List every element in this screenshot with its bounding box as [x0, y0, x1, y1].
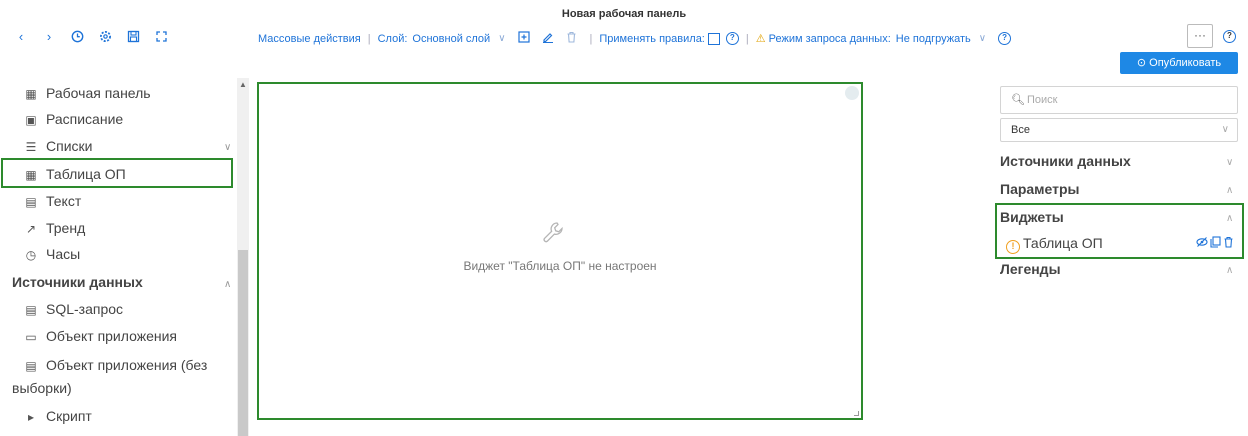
clock-icon: ◷ — [25, 248, 37, 262]
widget-canvas[interactable]: Виджет "Таблица ОП" не настроен — [257, 82, 863, 420]
text-icon: ▤ — [25, 195, 37, 209]
palette-item-app-object-nosel[interactable]: ▤ Объект приложения (без — [24, 357, 207, 373]
palette-item-lists[interactable]: ☰ Списки — [24, 138, 93, 154]
copy-icon[interactable] — [1210, 236, 1221, 251]
divider: | — [745, 32, 749, 45]
scroll-thumb[interactable] — [238, 250, 248, 436]
trash-icon[interactable] — [566, 31, 577, 46]
resize-handle[interactable] — [854, 411, 859, 416]
widget-list-item[interactable]: ! Таблица ОП — [1006, 235, 1103, 254]
search-input[interactable]: 🔍︎ Поиск — [1000, 86, 1238, 114]
more-button[interactable]: ··· — [1187, 24, 1213, 48]
palette-item-label-cont: выборки) — [12, 380, 72, 396]
help-icon[interactable]: ? — [725, 32, 739, 45]
warning-icon: ⚠ — [755, 33, 766, 45]
wrench-icon — [541, 220, 567, 251]
chevron-right-icon[interactable]: › — [42, 30, 56, 46]
app-object-nosel-icon: ▤ — [25, 359, 37, 373]
script-icon: ▸ — [27, 410, 35, 424]
table-icon: ▦ — [25, 168, 37, 182]
publish-icon: ⊙ — [1136, 57, 1150, 69]
chevron-down-icon[interactable]: ∨ — [1226, 157, 1233, 168]
section-legends[interactable]: Легенды — [1000, 261, 1061, 277]
settings-icon[interactable] — [98, 30, 112, 46]
sources-section-title[interactable]: Источники данных — [12, 274, 143, 290]
page-title: Новая рабочая панель — [561, 8, 687, 20]
section-sources[interactable]: Источники данных — [1000, 153, 1131, 169]
hide-icon[interactable] — [1196, 236, 1208, 251]
publish-label: Опубликовать — [1149, 57, 1222, 69]
chevron-left-icon[interactable]: ‹ — [14, 30, 28, 46]
filter-select[interactable]: Все ∨ — [1000, 118, 1238, 142]
divider: | — [589, 32, 593, 45]
palette-item-text[interactable]: ▤ Текст — [24, 193, 81, 209]
chevron-up-icon[interactable]: ∧ — [224, 279, 231, 290]
dashboard-icon: ▦ — [25, 87, 37, 101]
add-icon[interactable] — [517, 31, 530, 46]
palette-item-sql[interactable]: ▤ SQL-запрос — [24, 301, 123, 317]
layer-select[interactable]: Основной слой — [412, 33, 490, 45]
app-object-icon: ▭ — [25, 330, 37, 344]
chevron-up-icon[interactable]: ∧ — [1226, 213, 1233, 224]
calendar-icon: ▣ — [25, 113, 37, 127]
trash-icon[interactable] — [1223, 236, 1234, 251]
section-params[interactable]: Параметры — [1000, 181, 1080, 197]
editor-toolbar: Массовые действия | Слой: Основной слой … — [258, 31, 1012, 46]
warning-circle-icon: ! — [1006, 240, 1020, 254]
palette-item-schedule[interactable]: ▣ Расписание — [24, 111, 123, 127]
list-icon: ☰ — [25, 140, 37, 154]
fullscreen-icon[interactable] — [154, 30, 168, 46]
apply-rules-label: Применять правила: — [599, 32, 705, 45]
data-mode-label: Режим запроса данных: — [768, 32, 891, 45]
title-bar: Новая рабочая панель — [0, 0, 1248, 26]
chevron-up-icon[interactable]: ∧ — [1226, 185, 1233, 196]
help-icon[interactable]: ? — [998, 32, 1012, 45]
sql-icon: ▤ — [25, 303, 37, 317]
layer-label: Слой: — [377, 32, 408, 45]
widget-handle[interactable] — [845, 86, 859, 100]
palette-item-clock[interactable]: ◷ Часы — [24, 246, 80, 262]
search-icon: 🔍︎ — [1011, 94, 1025, 106]
chevron-down-icon[interactable]: ∨ — [224, 142, 231, 153]
trend-icon: ↗ — [25, 222, 37, 236]
bulk-actions-button[interactable]: Массовые действия — [258, 33, 361, 45]
section-widgets[interactable]: Виджеты — [1000, 209, 1064, 225]
apply-rules-checkbox[interactable] — [707, 32, 720, 45]
data-mode-select[interactable]: Не подгружать — [896, 33, 971, 45]
palette-item-app-object[interactable]: ▭ Объект приложения — [24, 328, 177, 344]
history-icon[interactable] — [70, 30, 84, 46]
palette-item-dashboard[interactable]: ▦ Рабочая панель — [24, 85, 150, 101]
scroll-up-icon[interactable]: ▲ — [237, 80, 249, 89]
dashboard-editor: Новая рабочая панель ‹ › Массовые действ… — [0, 0, 1248, 436]
widget-actions — [1196, 236, 1234, 251]
edit-icon[interactable] — [542, 31, 554, 46]
scrollbar[interactable]: ▲ — [237, 78, 249, 436]
nav-toolbar: ‹ › — [14, 30, 168, 46]
chevron-up-icon[interactable]: ∧ — [1226, 265, 1233, 276]
divider: | — [367, 32, 371, 45]
palette-item-trend[interactable]: ↗ Тренд — [24, 220, 85, 236]
palette-item-op-table[interactable]: ▦ Таблица ОП — [24, 166, 125, 182]
help-icon[interactable]: ? — [1223, 30, 1236, 43]
chevron-down-icon: ∨ — [1221, 124, 1229, 135]
save-icon[interactable] — [126, 30, 140, 46]
palette-item-script[interactable]: ▸ Скрипт — [24, 408, 92, 424]
chevron-down-icon[interactable]: ∨ — [498, 33, 505, 44]
chevron-down-icon[interactable]: ∨ — [979, 33, 986, 44]
widget-empty-message: Виджет "Таблица ОП" не настроен — [463, 259, 657, 273]
publish-button[interactable]: ⊙ Опубликовать — [1120, 52, 1238, 74]
